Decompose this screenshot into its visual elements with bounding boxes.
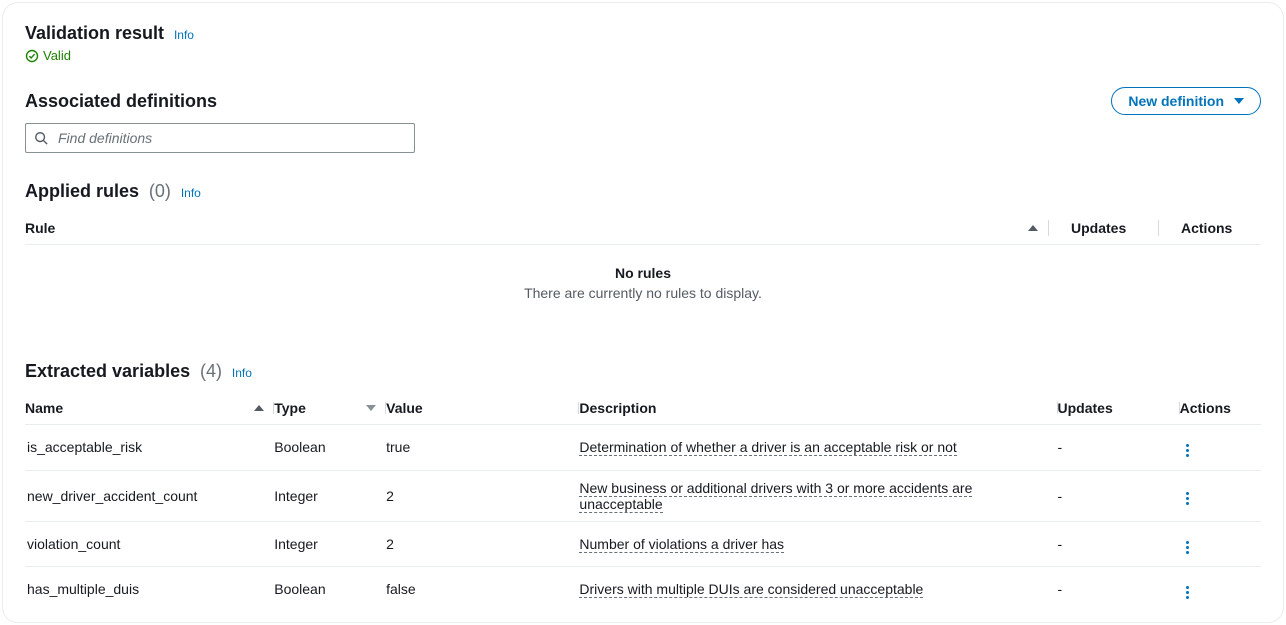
new-definition-label: New definition bbox=[1128, 93, 1224, 109]
var-updates: - bbox=[1058, 521, 1180, 567]
var-type: Boolean bbox=[274, 567, 386, 612]
variables-section-header: Extracted variables (4) Info bbox=[25, 361, 1261, 382]
kebab-menu-icon[interactable] bbox=[1180, 489, 1196, 509]
var-type: Integer bbox=[274, 470, 386, 521]
var-name: new_driver_accident_count bbox=[25, 470, 274, 521]
var-description: New business or additional drivers with … bbox=[579, 470, 1057, 521]
panel: Validation result Info Valid Associated … bbox=[2, 2, 1284, 623]
variables-table: Name Type Value bbox=[25, 392, 1261, 612]
rules-table-header: Rule Updates Actions bbox=[25, 212, 1261, 245]
kebab-menu-icon[interactable] bbox=[1180, 537, 1196, 557]
rules-info-link[interactable]: Info bbox=[181, 186, 201, 200]
check-circle-icon bbox=[25, 49, 39, 63]
variables-info-link[interactable]: Info bbox=[232, 366, 252, 380]
definitions-search[interactable] bbox=[25, 123, 415, 153]
definitions-search-input[interactable] bbox=[56, 129, 406, 147]
rules-col-updates[interactable]: Updates bbox=[1071, 220, 1126, 236]
var-name: violation_count bbox=[25, 521, 274, 567]
rules-empty-sub: There are currently no rules to display. bbox=[25, 285, 1261, 301]
var-value: 2 bbox=[386, 521, 579, 567]
rules-table: Rule Updates Actions bbox=[25, 212, 1261, 245]
var-updates: - bbox=[1058, 567, 1180, 612]
var-updates: - bbox=[1058, 425, 1180, 471]
var-value: 2 bbox=[386, 470, 579, 521]
caret-down-icon bbox=[1234, 96, 1244, 106]
validation-info-link[interactable]: Info bbox=[174, 28, 194, 42]
table-row: violation_countInteger2Number of violati… bbox=[25, 521, 1261, 567]
sort-up-icon[interactable] bbox=[1028, 223, 1038, 233]
kebab-menu-icon[interactable] bbox=[1180, 441, 1196, 461]
var-type: Boolean bbox=[274, 425, 386, 471]
sort-down-icon[interactable] bbox=[366, 403, 376, 413]
vars-col-description: Description bbox=[579, 400, 656, 416]
new-definition-button[interactable]: New definition bbox=[1111, 87, 1261, 115]
var-actions-cell bbox=[1180, 425, 1261, 471]
vars-col-name[interactable]: Name bbox=[25, 400, 63, 416]
variables-table-header: Name Type Value bbox=[25, 392, 1261, 425]
sort-up-icon[interactable] bbox=[254, 403, 264, 413]
definitions-header: Associated definitions New definition bbox=[25, 87, 1261, 115]
var-description: Number of violations a driver has bbox=[579, 521, 1057, 567]
var-actions-cell bbox=[1180, 470, 1261, 521]
table-row: has_multiple_duisBooleanfalseDrivers wit… bbox=[25, 567, 1261, 612]
definitions-title: Associated definitions bbox=[25, 91, 217, 112]
table-row: new_driver_accident_countInteger2New bus… bbox=[25, 470, 1261, 521]
vars-col-actions: Actions bbox=[1180, 400, 1231, 416]
variables-count: (4) bbox=[200, 361, 222, 382]
var-value: true bbox=[386, 425, 579, 471]
var-type: Integer bbox=[274, 521, 386, 567]
rules-col-rule[interactable]: Rule bbox=[25, 220, 55, 236]
rules-empty-title: No rules bbox=[25, 265, 1261, 281]
validation-status: Valid bbox=[25, 48, 1261, 63]
var-name: has_multiple_duis bbox=[25, 567, 274, 612]
validation-status-text: Valid bbox=[43, 48, 71, 63]
var-description: Drivers with multiple DUIs are considere… bbox=[579, 567, 1057, 612]
variables-title: Extracted variables bbox=[25, 361, 190, 382]
vars-col-updates: Updates bbox=[1058, 400, 1113, 416]
table-row: is_acceptable_riskBooleantrueDeterminati… bbox=[25, 425, 1261, 471]
var-description: Determination of whether a driver is an … bbox=[579, 425, 1057, 471]
rules-section-header: Applied rules (0) Info bbox=[25, 181, 1261, 202]
rules-col-actions: Actions bbox=[1181, 220, 1232, 236]
vars-col-type[interactable]: Type bbox=[274, 400, 306, 416]
rules-count: (0) bbox=[149, 181, 171, 202]
var-actions-cell bbox=[1180, 521, 1261, 567]
var-name: is_acceptable_risk bbox=[25, 425, 274, 471]
var-actions-cell bbox=[1180, 567, 1261, 612]
kebab-menu-icon[interactable] bbox=[1180, 583, 1196, 603]
var-updates: - bbox=[1058, 470, 1180, 521]
validation-section: Validation result Info Valid bbox=[25, 23, 1261, 63]
rules-title: Applied rules bbox=[25, 181, 139, 202]
search-icon bbox=[34, 131, 48, 145]
var-value: false bbox=[386, 567, 579, 612]
rules-empty-state: No rules There are currently no rules to… bbox=[25, 245, 1261, 331]
vars-col-value: Value bbox=[386, 400, 423, 416]
validation-title: Validation result bbox=[25, 23, 164, 44]
